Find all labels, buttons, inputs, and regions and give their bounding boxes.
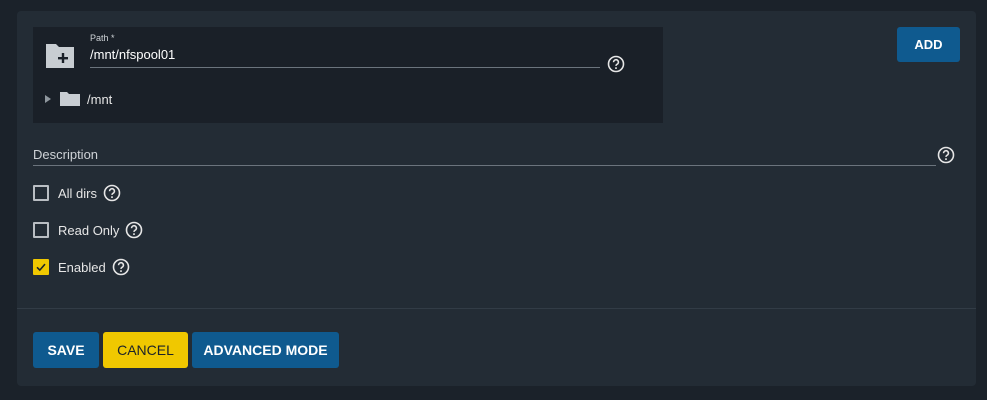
tree-item-label: /mnt (87, 91, 113, 107)
form-divider (17, 308, 976, 309)
path-input-underline (90, 67, 600, 68)
folder-add-icon[interactable] (44, 40, 76, 70)
path-label: Path * (90, 33, 115, 43)
tree-item-mnt[interactable]: /mnt (45, 89, 112, 109)
enabled-checkbox[interactable] (33, 259, 49, 275)
all-dirs-checkbox[interactable] (33, 185, 49, 201)
cancel-button[interactable]: CANCEL (103, 332, 188, 368)
description-input[interactable]: Description (33, 147, 98, 162)
enabled-label: Enabled (58, 259, 106, 275)
all-dirs-label: All dirs (58, 185, 98, 201)
save-button[interactable]: SAVE (33, 332, 99, 368)
enabled-help-icon[interactable] (112, 258, 130, 276)
expand-arrow-icon[interactable] (45, 95, 51, 103)
checkmark-icon (36, 263, 46, 272)
all-dirs-option[interactable]: All dirs (33, 184, 121, 202)
path-help-icon[interactable] (607, 55, 625, 73)
all-dirs-help-icon[interactable] (103, 184, 121, 202)
advanced-mode-button[interactable]: ADVANCED MODE (192, 332, 339, 368)
read-only-help-icon[interactable] (125, 221, 143, 239)
description-underline (33, 165, 936, 166)
add-button[interactable]: ADD (897, 27, 960, 62)
enabled-option[interactable]: Enabled (33, 258, 130, 276)
read-only-option[interactable]: Read Only (33, 221, 143, 239)
path-input[interactable]: /mnt/nfspool01 (90, 47, 175, 62)
path-explorer: Path * /mnt/nfspool01 /mnt (33, 27, 663, 123)
description-help-icon[interactable] (937, 146, 955, 164)
read-only-checkbox[interactable] (33, 222, 49, 238)
nfs-share-form: Path * /mnt/nfspool01 /mnt ADD Descripti… (17, 11, 976, 386)
folder-icon (60, 92, 80, 106)
read-only-label: Read Only (58, 222, 120, 238)
